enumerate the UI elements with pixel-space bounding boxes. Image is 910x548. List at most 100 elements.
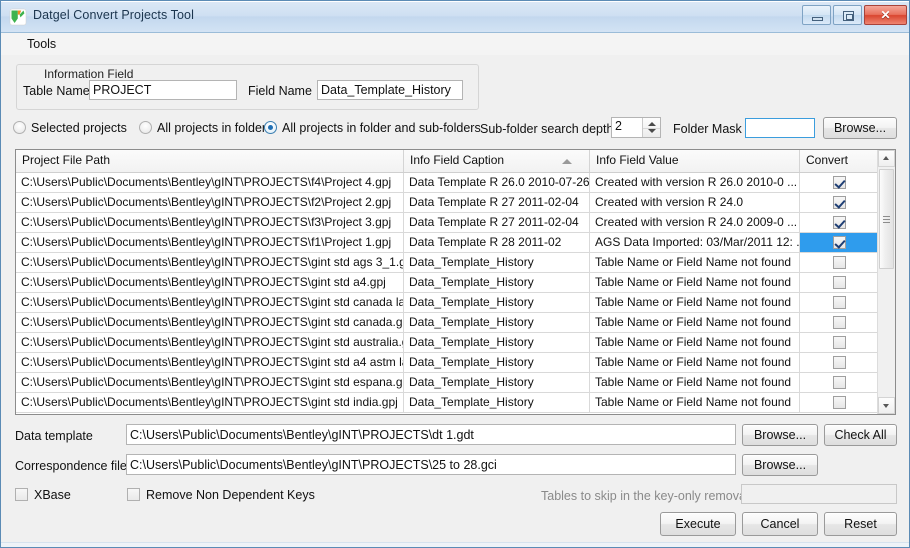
- cell-convert[interactable]: [800, 373, 878, 392]
- table-row[interactable]: C:\Users\Public\Documents\Bentley\gINT\P…: [16, 253, 895, 273]
- cell-info-field-value[interactable]: Table Name or Field Name not found: [590, 393, 800, 412]
- cell-info-field-value[interactable]: Table Name or Field Name not found: [590, 273, 800, 292]
- grid-vertical-scrollbar[interactable]: [877, 150, 895, 414]
- table-row[interactable]: C:\Users\Public\Documents\Bentley\gINT\P…: [16, 353, 895, 373]
- cell-info-field-caption[interactable]: Data Template R 26.0 2010-07-26: [404, 173, 590, 192]
- menu-item-tools[interactable]: Tools: [23, 36, 60, 52]
- scroll-down-button[interactable]: [878, 397, 895, 414]
- cell-info-field-caption[interactable]: Data_Template_History: [404, 393, 590, 412]
- field-name-input[interactable]: [317, 80, 463, 100]
- cancel-button[interactable]: Cancel: [742, 512, 818, 536]
- scroll-up-button[interactable]: [878, 150, 895, 167]
- remove-non-dependent-keys-checkbox[interactable]: Remove Non Dependent Keys: [127, 488, 315, 502]
- cell-convert[interactable]: [800, 193, 878, 212]
- cell-convert[interactable]: [800, 333, 878, 352]
- cell-info-field-caption[interactable]: Data_Template_History: [404, 333, 590, 352]
- checkbox-unchecked-icon[interactable]: [832, 356, 846, 369]
- cell-convert[interactable]: [800, 293, 878, 312]
- checkbox-checked-icon[interactable]: [832, 196, 846, 209]
- cell-info-field-value[interactable]: Table Name or Field Name not found: [590, 313, 800, 332]
- cell-info-field-caption[interactable]: Data_Template_History: [404, 313, 590, 332]
- column-header-info-field-caption[interactable]: Info Field Caption: [404, 150, 590, 172]
- cell-info-field-value[interactable]: Table Name or Field Name not found: [590, 373, 800, 392]
- column-header-convert[interactable]: Convert: [800, 150, 878, 172]
- cell-convert[interactable]: [800, 273, 878, 292]
- cell-info-field-caption[interactable]: Data Template R 27 2011-02-04: [404, 213, 590, 232]
- cell-info-field-value[interactable]: Table Name or Field Name not found: [590, 293, 800, 312]
- checkbox-unchecked-icon[interactable]: [832, 336, 846, 349]
- table-row[interactable]: C:\Users\Public\Documents\Bentley\gINT\P…: [16, 393, 895, 413]
- cell-info-field-caption[interactable]: Data_Template_History: [404, 353, 590, 372]
- cell-info-field-value[interactable]: Table Name or Field Name not found: [590, 353, 800, 372]
- radio-all-projects-in-folder-and-subfolders[interactable]: All projects in folder and sub-folders: [264, 121, 481, 135]
- column-header-project-file-path[interactable]: Project File Path: [16, 150, 404, 172]
- table-row[interactable]: C:\Users\Public\Documents\Bentley\gINT\P…: [16, 213, 895, 233]
- cell-info-field-caption[interactable]: Data_Template_History: [404, 273, 590, 292]
- radio-all-projects-in-folder[interactable]: All projects in folder: [139, 121, 266, 135]
- cell-convert[interactable]: [800, 393, 878, 412]
- maximize-button[interactable]: [833, 5, 862, 25]
- stepper-buttons[interactable]: [642, 118, 660, 137]
- checkbox-checked-icon[interactable]: [832, 236, 846, 249]
- folder-mask-input[interactable]: [745, 118, 815, 138]
- table-row[interactable]: C:\Users\Public\Documents\Bentley\gINT\P…: [16, 173, 895, 193]
- cell-info-field-caption[interactable]: Data Template R 28 2011-02: [404, 233, 590, 252]
- scrollbar-thumb[interactable]: [879, 169, 894, 269]
- checkbox-unchecked-icon[interactable]: [832, 396, 846, 409]
- correspondence-file-input[interactable]: [126, 454, 736, 475]
- data-template-browse-button[interactable]: Browse...: [742, 424, 818, 446]
- reset-button[interactable]: Reset: [824, 512, 897, 536]
- checkbox-unchecked-icon[interactable]: [832, 316, 846, 329]
- close-button[interactable]: ✕: [864, 5, 907, 25]
- cell-project-file-path[interactable]: C:\Users\Public\Documents\Bentley\gINT\P…: [16, 313, 404, 332]
- table-row[interactable]: C:\Users\Public\Documents\Bentley\gINT\P…: [16, 273, 895, 293]
- cell-info-field-value[interactable]: AGS Data Imported: 03/Mar/2011 12: ...: [590, 233, 800, 252]
- cell-convert[interactable]: [800, 173, 878, 192]
- cell-project-file-path[interactable]: C:\Users\Public\Documents\Bentley\gINT\P…: [16, 213, 404, 232]
- radio-selected-projects[interactable]: Selected projects: [13, 121, 127, 135]
- execute-button[interactable]: Execute: [660, 512, 736, 536]
- cell-info-field-value[interactable]: Table Name or Field Name not found: [590, 333, 800, 352]
- checkbox-checked-icon[interactable]: [832, 216, 846, 229]
- column-header-info-field-value[interactable]: Info Field Value: [590, 150, 800, 172]
- cell-project-file-path[interactable]: C:\Users\Public\Documents\Bentley\gINT\P…: [16, 353, 404, 372]
- cell-project-file-path[interactable]: C:\Users\Public\Documents\Bentley\gINT\P…: [16, 193, 404, 212]
- folder-browse-button[interactable]: Browse...: [823, 117, 897, 139]
- cell-project-file-path[interactable]: C:\Users\Public\Documents\Bentley\gINT\P…: [16, 173, 404, 192]
- cell-project-file-path[interactable]: C:\Users\Public\Documents\Bentley\gINT\P…: [16, 393, 404, 412]
- cell-info-field-caption[interactable]: Data_Template_History: [404, 293, 590, 312]
- checkbox-unchecked-icon[interactable]: [832, 296, 846, 309]
- cell-info-field-value[interactable]: Created with version R 26.0 2010-0 ...: [590, 173, 800, 192]
- table-row[interactable]: C:\Users\Public\Documents\Bentley\gINT\P…: [16, 373, 895, 393]
- cell-info-field-value[interactable]: Table Name or Field Name not found: [590, 253, 800, 272]
- table-row[interactable]: C:\Users\Public\Documents\Bentley\gINT\P…: [16, 193, 895, 213]
- cell-convert[interactable]: [800, 253, 878, 272]
- cell-project-file-path[interactable]: C:\Users\Public\Documents\Bentley\gINT\P…: [16, 333, 404, 352]
- cell-project-file-path[interactable]: C:\Users\Public\Documents\Bentley\gINT\P…: [16, 273, 404, 292]
- subfolder-depth-stepper[interactable]: 2: [611, 117, 661, 138]
- cell-convert[interactable]: [800, 233, 878, 252]
- cell-project-file-path[interactable]: C:\Users\Public\Documents\Bentley\gINT\P…: [16, 253, 404, 272]
- minimize-button[interactable]: [802, 5, 831, 25]
- check-all-button[interactable]: Check All: [824, 424, 897, 446]
- checkbox-checked-icon[interactable]: [832, 176, 846, 189]
- cell-info-field-value[interactable]: Created with version R 24.0: [590, 193, 800, 212]
- cell-project-file-path[interactable]: C:\Users\Public\Documents\Bentley\gINT\P…: [16, 233, 404, 252]
- cell-convert[interactable]: [800, 213, 878, 232]
- table-name-input[interactable]: [89, 80, 237, 100]
- cell-project-file-path[interactable]: C:\Users\Public\Documents\Bentley\gINT\P…: [16, 373, 404, 392]
- correspondence-browse-button[interactable]: Browse...: [742, 454, 818, 476]
- table-row[interactable]: C:\Users\Public\Documents\Bentley\gINT\P…: [16, 313, 895, 333]
- cell-info-field-value[interactable]: Created with version R 24.0 2009-0 ...: [590, 213, 800, 232]
- cell-convert[interactable]: [800, 353, 878, 372]
- table-row[interactable]: C:\Users\Public\Documents\Bentley\gINT\P…: [16, 233, 895, 253]
- table-row[interactable]: C:\Users\Public\Documents\Bentley\gINT\P…: [16, 293, 895, 313]
- checkbox-unchecked-icon[interactable]: [832, 376, 846, 389]
- table-row[interactable]: C:\Users\Public\Documents\Bentley\gINT\P…: [16, 333, 895, 353]
- checkbox-unchecked-icon[interactable]: [832, 276, 846, 289]
- cell-convert[interactable]: [800, 313, 878, 332]
- checkbox-unchecked-icon[interactable]: [832, 256, 846, 269]
- cell-info-field-caption[interactable]: Data Template R 27 2011-02-04: [404, 193, 590, 212]
- xbase-checkbox[interactable]: XBase: [15, 488, 71, 502]
- data-template-input[interactable]: [126, 424, 736, 445]
